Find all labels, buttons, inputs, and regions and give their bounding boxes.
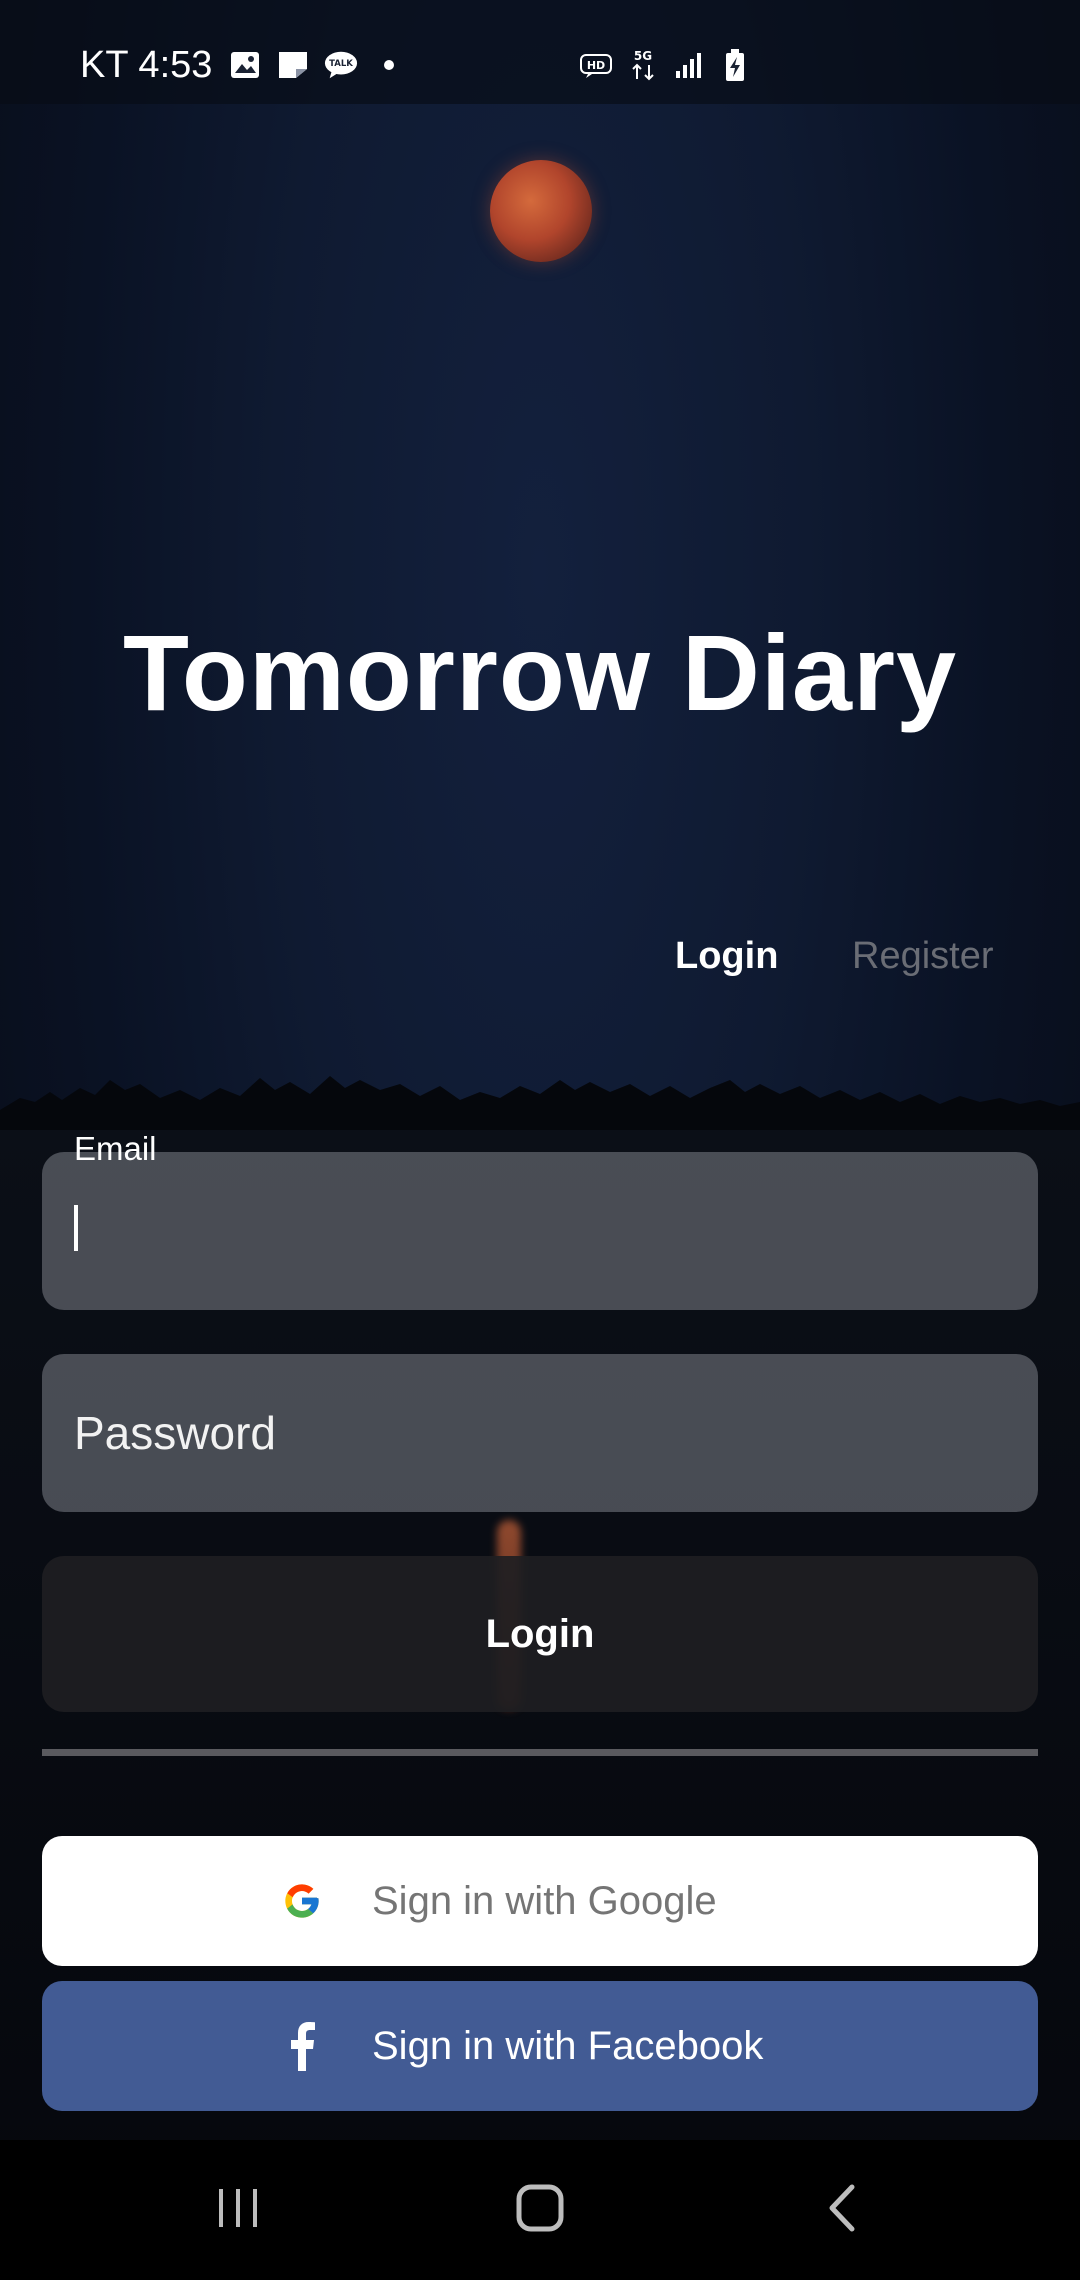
email-field-container <box>42 1152 1038 1310</box>
divider <box>42 1749 1038 1756</box>
login-button[interactable]: Login <box>42 1556 1038 1712</box>
svg-text:HD: HD <box>587 59 605 72</box>
note-icon <box>276 48 310 82</box>
signal-icon <box>672 48 706 82</box>
talk-icon: TALK <box>324 48 358 82</box>
email-label: Email <box>74 1130 157 1167</box>
status-bar: KT 4:53 TALK HD 5G <box>0 0 1080 104</box>
password-field-container <box>42 1354 1038 1512</box>
recents-icon[interactable] <box>198 2178 278 2238</box>
auth-tabs: Login Register <box>0 935 1080 995</box>
status-system-icons: HD 5G <box>580 48 752 82</box>
text-cursor <box>74 1205 78 1251</box>
back-icon[interactable] <box>802 2178 882 2238</box>
google-signin-button[interactable]: Sign in with Google <box>42 1836 1038 1966</box>
facebook-icon <box>280 2022 324 2071</box>
system-nav-bar <box>0 2140 1080 2280</box>
gallery-icon <box>228 48 262 82</box>
battery-charging-icon <box>718 48 752 82</box>
google-signin-label: Sign in with Google <box>372 1878 717 1923</box>
status-time: KT 4:53 <box>80 44 213 86</box>
tab-register[interactable]: Register <box>852 935 994 978</box>
5g-icon: 5G <box>626 48 660 82</box>
facebook-signin-label: Sign in with Facebook <box>372 2023 764 2068</box>
facebook-signin-button[interactable]: Sign in with Facebook <box>42 1981 1038 2111</box>
treeline-silhouette <box>0 1076 1080 1130</box>
password-input[interactable] <box>42 1354 1038 1512</box>
home-icon[interactable] <box>500 2178 580 2238</box>
google-icon <box>280 1879 324 1923</box>
svg-text:TALK: TALK <box>329 59 353 69</box>
hd-icon: HD <box>580 48 614 82</box>
tab-login[interactable]: Login <box>675 935 778 978</box>
app-title: Tomorrow Diary <box>122 612 958 733</box>
status-notification-icons: TALK <box>228 48 406 82</box>
svg-text:5G: 5G <box>634 49 652 63</box>
dot-icon <box>372 48 406 82</box>
moon-image <box>490 160 592 262</box>
email-input[interactable] <box>42 1152 1038 1310</box>
